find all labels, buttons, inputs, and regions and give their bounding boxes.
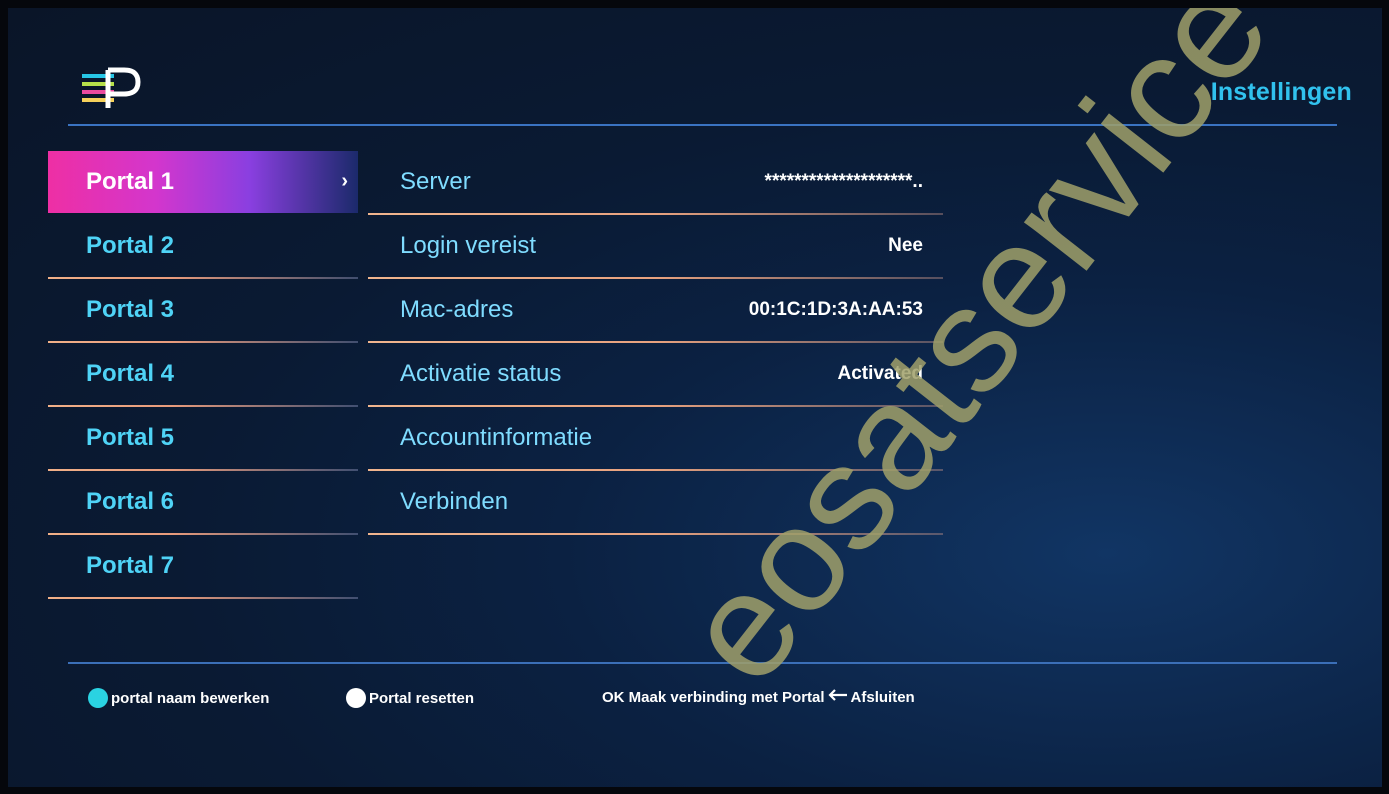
setting-value: Nee xyxy=(888,235,923,256)
setting-label: Server xyxy=(400,168,471,195)
setting-label: Verbinden xyxy=(400,488,509,515)
footer-divider xyxy=(68,662,1337,664)
portal-item-label: Portal 7 xyxy=(86,552,175,579)
setting-value: Activated xyxy=(837,363,923,384)
portal-item-2[interactable]: Portal 2 xyxy=(48,215,358,279)
footer-hints: portal naam bewerken Portal resetten OK … xyxy=(88,688,1288,712)
reset-hint[interactable]: Portal resetten xyxy=(346,688,474,708)
setting-row-account-info[interactable]: Accountinformatie xyxy=(368,407,943,471)
connect-exit-hint[interactable]: OK Maak verbinding met Portal Afsluiten xyxy=(602,688,915,706)
tv-screen: Instellingen Portal 1 › Portal 2 Portal … xyxy=(8,8,1382,787)
exit-label: Afsluiten xyxy=(850,688,915,706)
cyan-button-icon xyxy=(88,688,108,708)
setting-row-mac-address[interactable]: Mac-adres 00:1C:1D:3A:AA:53 xyxy=(368,279,943,343)
back-arrow-icon xyxy=(827,688,849,706)
setting-row-activation-status[interactable]: Activatie status Activated xyxy=(368,343,943,407)
setting-row-connect[interactable]: Verbinden xyxy=(368,471,943,535)
portal-item-6[interactable]: Portal 6 xyxy=(48,471,358,535)
setting-label: Activatie status xyxy=(400,360,562,387)
divider xyxy=(48,597,358,599)
setting-row-server[interactable]: Server ********************.. xyxy=(368,151,943,215)
setting-label: Login vereist xyxy=(400,232,537,259)
setting-value: 00:1C:1D:3A:AA:53 xyxy=(748,299,923,320)
portal-list: Portal 1 › Portal 2 Portal 3 Portal 4 Po… xyxy=(48,151,358,599)
portal-item-label: Portal 5 xyxy=(86,424,175,451)
portal-item-3[interactable]: Portal 3 xyxy=(48,279,358,343)
portal-item-7[interactable]: Portal 7 xyxy=(48,535,358,599)
portal-item-5[interactable]: Portal 5 xyxy=(48,407,358,471)
reset-label: Portal resetten xyxy=(369,689,475,707)
connect-label: OK Maak verbinding met Portal xyxy=(602,688,825,706)
setting-label: Mac-adres xyxy=(400,296,514,323)
header-divider xyxy=(68,124,1337,126)
portal-item-label: Portal 6 xyxy=(86,488,175,515)
portal-item-label: Portal 1 xyxy=(86,168,175,195)
portal-item-label: Portal 2 xyxy=(86,232,175,259)
app-logo-icon xyxy=(82,67,141,108)
portal-settings-list: Server ********************.. Login vere… xyxy=(368,151,943,535)
white-button-icon xyxy=(346,688,366,708)
portal-item-label: Portal 3 xyxy=(86,296,175,323)
chevron-right-icon: › xyxy=(341,170,348,192)
edit-name-hint[interactable]: portal naam bewerken xyxy=(88,688,269,708)
setting-row-login-required[interactable]: Login vereist Nee xyxy=(368,215,943,279)
portal-item-1[interactable]: Portal 1 › xyxy=(48,151,358,213)
edit-name-label: portal naam bewerken xyxy=(111,689,270,707)
portal-item-label: Portal 4 xyxy=(86,360,175,387)
setting-label: Accountinformatie xyxy=(400,424,593,451)
divider xyxy=(368,533,943,535)
setting-value: ********************.. xyxy=(764,171,923,192)
page-title: Instellingen xyxy=(1210,78,1352,106)
portal-item-4[interactable]: Portal 4 xyxy=(48,343,358,407)
